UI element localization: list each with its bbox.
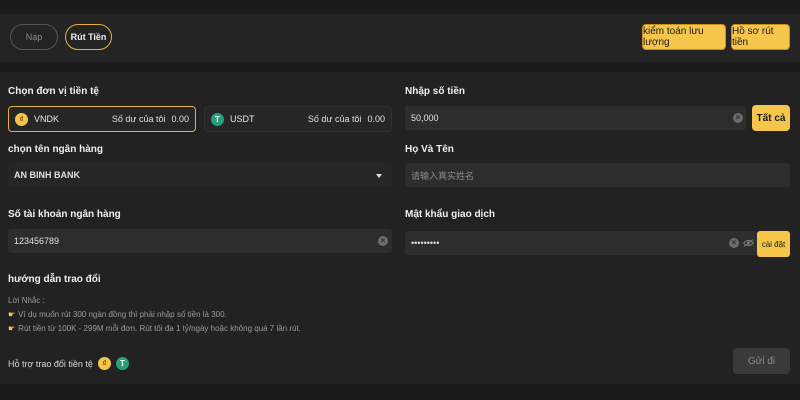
tether-icon: T [211,112,224,126]
tether-icon: T [115,357,129,370]
full-name-label: Họ Và Tên [405,144,454,155]
password-value: ••••••••• [411,238,440,248]
amount-input[interactable]: 50,000 [405,106,746,130]
currency-name: VNDK [34,114,60,124]
bank-label: chọn tên ngân hàng [8,144,103,155]
currency-label: Chọn đơn vị tiền tệ [8,86,99,97]
tab-deposit[interactable]: Nạp [10,24,58,50]
account-input[interactable]: 123456789 [8,229,392,253]
clear-account-icon[interactable]: × [378,236,388,246]
account-label: Số tài khoản ngân hàng [8,209,121,220]
currency-option-vndk[interactable]: ₫ VNDK Số dư của tôi 0.00 [8,106,196,132]
account-value: 123456789 [14,236,60,246]
vndk-coin-icon: ₫ [97,357,111,370]
amount-label: Nhập số tiền [405,86,466,97]
all-amount-button[interactable]: Tất cả [752,105,790,131]
support-label: Hỗ trợ trao đổi tiền tệ [8,358,93,369]
guide-line: ☛ Ví dụ muốn rút 300 ngàn đồng thì phải n… [8,310,227,319]
password-label: Mật khẩu giao dịch [405,209,496,220]
vndk-coin-icon: ₫ [15,112,28,126]
full-name-input[interactable]: 请输入真实姓名 [405,163,790,187]
balance: Số dư của tôi 0.00 [111,114,189,124]
password-input[interactable]: ••••••••• [405,231,757,255]
full-name-placeholder: 请输入真实姓名 [411,170,475,181]
eye-off-icon[interactable] [743,239,754,247]
balance: Số dư của tôi 0.00 [307,114,385,124]
guide-title: hướng dẫn trao đổi [8,274,101,285]
set-password-button[interactable]: cài đặt [757,231,790,257]
withdraw-form: Chọn đơn vị tiền tệ ₫ VNDK Số dư của tôi… [0,72,800,384]
audit-button[interactable]: kiểm toán lưu lượng [642,24,726,50]
amount-value: 50,000 [411,113,439,123]
hand-icon: ☛ [8,310,16,319]
submit-button[interactable]: Gửi đi [733,348,790,374]
guide-reminder: Lời Nhắc : [8,296,45,305]
hand-icon: ☛ [8,324,16,333]
bank-select[interactable]: AN BINH BANK [8,163,392,187]
currency-option-usdt[interactable]: T USDT Số dư của tôi 0.00 [204,106,392,132]
guide-line: ☛ Rút tiền từ 100K - 299M mỗi đơn. Rút tố… [8,324,301,333]
chevron-down-icon[interactable] [376,174,382,178]
currency-support: Hỗ trợ trao đổi tiền tệ ₫ T [8,357,129,370]
top-bar: Nạp Rút Tiền kiểm toán lưu lượng Hồ sơ r… [0,14,800,62]
withdraw-history-button[interactable]: Hồ sơ rút tiền [731,24,790,50]
clear-amount-icon[interactable]: × [733,113,743,123]
currency-name: USDT [230,114,255,124]
bank-value: AN BINH BANK [14,170,80,180]
clear-password-icon[interactable]: × [729,238,739,248]
tab-withdraw[interactable]: Rút Tiền [65,24,112,50]
